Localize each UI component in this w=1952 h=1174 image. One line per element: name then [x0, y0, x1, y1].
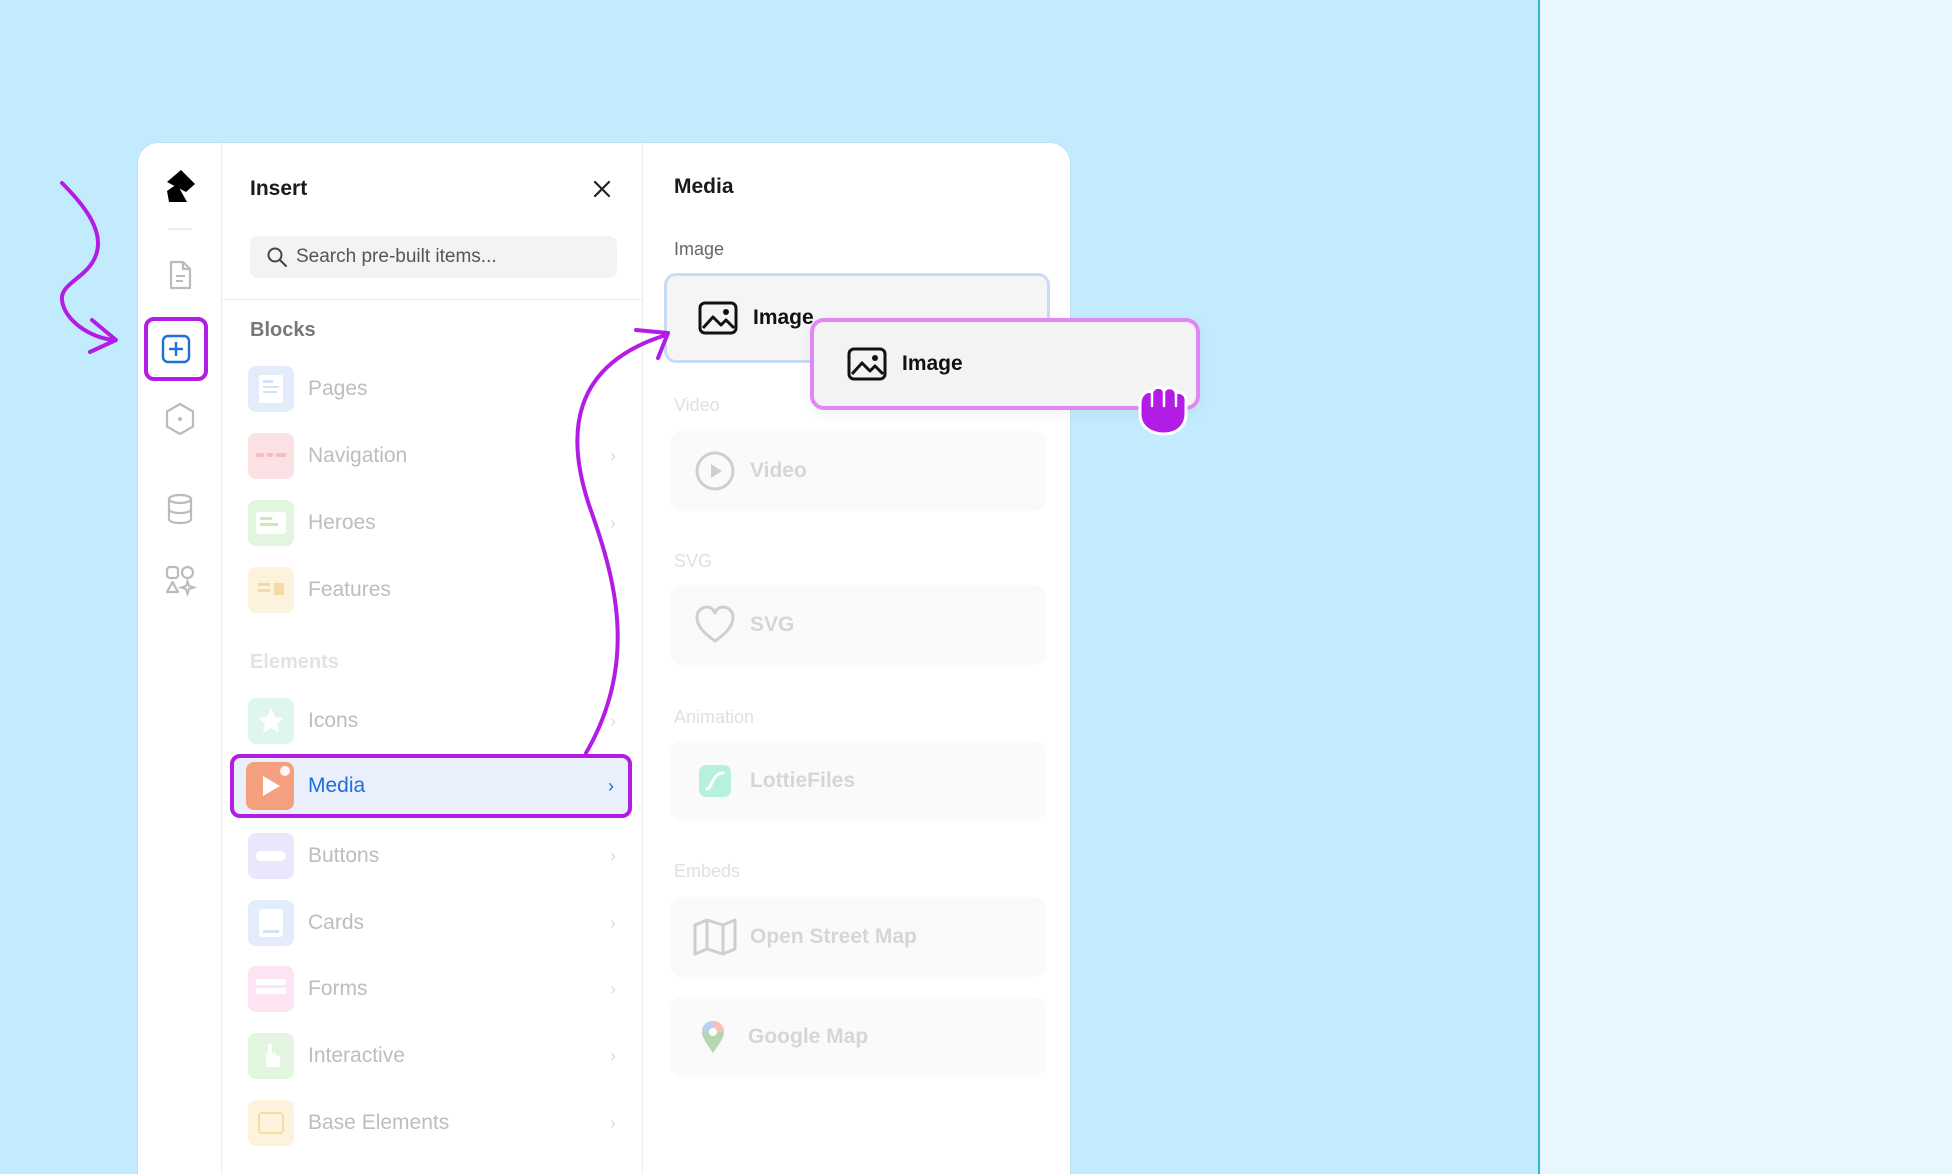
arrow-media-to-image — [575, 333, 668, 755]
arrow-to-insert-icon — [59, 181, 116, 342]
annotation-arrows — [59, 181, 670, 755]
